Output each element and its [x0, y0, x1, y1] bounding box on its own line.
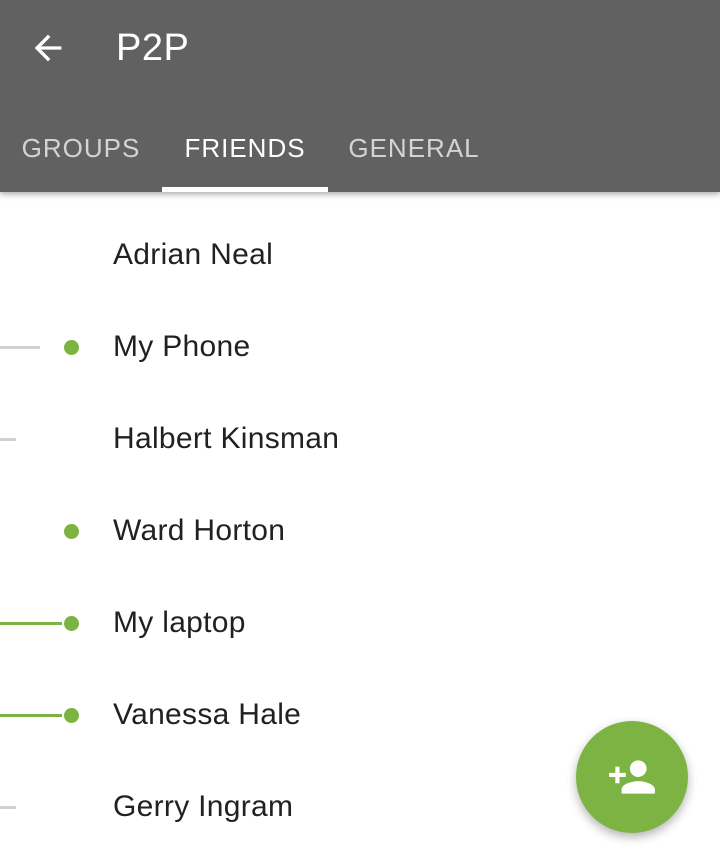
friend-row[interactable]: Halbert Kinsman [0, 394, 720, 486]
friend-name: Vanessa Hale [113, 698, 302, 731]
connection-line [0, 438, 16, 441]
page-title: P2P [116, 27, 190, 69]
online-status-dot [64, 616, 79, 631]
friend-row[interactable]: My laptop [0, 578, 720, 670]
tab-friends[interactable]: FRIENDS [162, 104, 328, 192]
friend-name: Adrian Neal [113, 238, 274, 271]
person-add-icon [609, 760, 655, 794]
arrow-back-icon [34, 34, 62, 62]
friend-row[interactable]: Ward Horton [0, 486, 720, 578]
friend-name: Halbert Kinsman [113, 422, 340, 455]
online-status-dot [64, 340, 79, 355]
app-bar: P2P GROUPS FRIENDS GENERAL [0, 0, 720, 192]
active-tab-indicator [162, 187, 328, 192]
tab-bar: GROUPS FRIENDS GENERAL [0, 104, 720, 192]
friend-name: Gerry Ingram [113, 790, 294, 823]
app-screen: P2P GROUPS FRIENDS GENERAL Adrian Neal M… [0, 0, 720, 865]
friend-name: My laptop [113, 606, 246, 639]
friend-row[interactable]: Adrian Neal [0, 210, 720, 302]
online-status-dot [64, 708, 79, 723]
connection-line [0, 346, 40, 349]
online-status-dot [64, 524, 79, 539]
add-friend-button[interactable] [576, 721, 688, 833]
friend-name: My Phone [113, 330, 251, 363]
friend-name: Ward Horton [113, 514, 286, 547]
tab-general[interactable]: GENERAL [328, 104, 500, 192]
back-button[interactable] [24, 24, 72, 72]
connection-line [0, 714, 62, 717]
friend-row[interactable]: My Phone [0, 302, 720, 394]
tab-groups[interactable]: GROUPS [0, 104, 162, 192]
connection-line [0, 622, 62, 625]
connection-line [0, 806, 16, 809]
